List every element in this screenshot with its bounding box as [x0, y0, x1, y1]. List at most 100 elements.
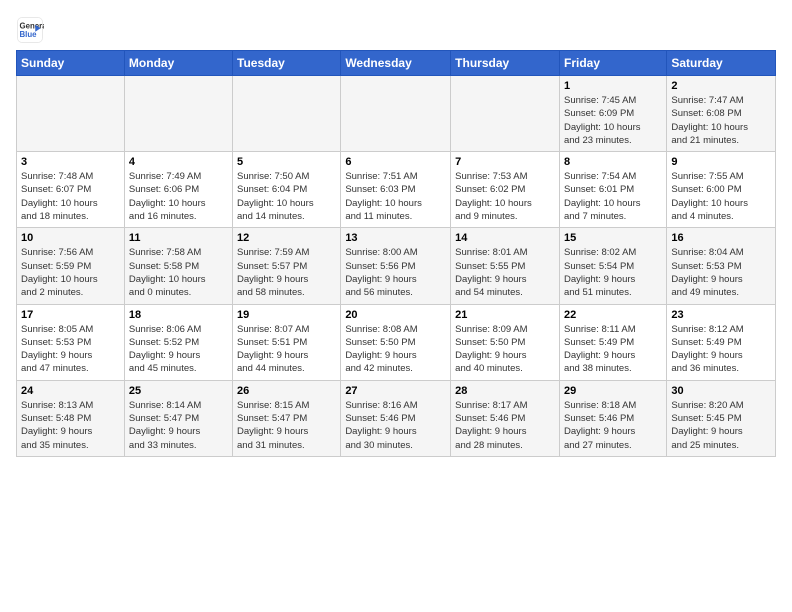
day-number: 9: [671, 156, 771, 168]
column-header-tuesday: Tuesday: [233, 51, 341, 76]
day-info: Sunrise: 8:17 AM Sunset: 5:46 PM Dayligh…: [455, 399, 555, 452]
day-number: 26: [237, 385, 336, 397]
calendar-cell: 5Sunrise: 7:50 AM Sunset: 6:04 PM Daylig…: [233, 152, 341, 228]
calendar-cell: [17, 76, 125, 152]
day-info: Sunrise: 8:18 AM Sunset: 5:46 PM Dayligh…: [564, 399, 662, 452]
header: General Blue: [16, 16, 776, 44]
logo: General Blue: [16, 16, 44, 44]
calendar-cell: 16 Sunrise: 8:04 AM Sunset: 5:53 PM Dayli…: [667, 228, 776, 304]
calendar-cell: [124, 76, 232, 152]
day-info: Sunrise: 7:49 AM Sunset: 6:06 PM Dayligh…: [129, 170, 228, 223]
day-number: 19: [237, 309, 336, 321]
day-number: 4: [129, 156, 228, 168]
day-number: 17: [21, 309, 120, 321]
column-header-friday: Friday: [559, 51, 666, 76]
day-info: Sunrise: 8:11 AM Sunset: 5:49 PM Dayligh…: [564, 323, 662, 376]
calendar-cell: 20Sunrise: 8:08 AM Sunset: 5:50 PM Dayli…: [341, 304, 451, 380]
calendar-cell: 15 Sunrise: 8:02 AM Sunset: 5:54 PM Dayli…: [559, 228, 666, 304]
day-info: Sunrise: 8:16 AM Sunset: 5:46 PM Dayligh…: [345, 399, 446, 452]
calendar-table: SundayMondayTuesdayWednesdayThursdayFrid…: [16, 50, 776, 457]
calendar-cell: 30Sunrise: 8:20 AM Sunset: 5:45 PM Dayli…: [667, 380, 776, 456]
svg-text:General: General: [20, 21, 45, 30]
day-info: Sunrise: 8:12 AM Sunset: 5:49 PM Dayligh…: [671, 323, 771, 376]
column-header-wednesday: Wednesday: [341, 51, 451, 76]
day-number: 7: [455, 156, 555, 168]
day-info: Sunrise: 8:08 AM Sunset: 5:50 PM Dayligh…: [345, 323, 446, 376]
day-info: Sunrise: 7:47 AM Sunset: 6:08 PM Dayligh…: [671, 94, 771, 147]
calendar-cell: 4 Sunrise: 7:49 AM Sunset: 6:06 PM Daylig…: [124, 152, 232, 228]
day-info: Sunrise: 7:50 AM Sunset: 6:04 PM Dayligh…: [237, 170, 336, 223]
calendar-cell: 11 Sunrise: 7:58 AM Sunset: 5:58 PM Dayli…: [124, 228, 232, 304]
calendar-cell: 3Sunrise: 7:48 AM Sunset: 6:07 PM Daylig…: [17, 152, 125, 228]
calendar-cell: 2Sunrise: 7:47 AM Sunset: 6:08 PM Daylig…: [667, 76, 776, 152]
svg-text:Blue: Blue: [20, 30, 38, 39]
calendar-cell: 10Sunrise: 7:56 AM Sunset: 5:59 PM Dayli…: [17, 228, 125, 304]
day-info: Sunrise: 7:45 AM Sunset: 6:09 PM Dayligh…: [564, 94, 662, 147]
calendar-week-row: 24Sunrise: 8:13 AM Sunset: 5:48 PM Dayli…: [17, 380, 776, 456]
day-number: 16: [671, 232, 771, 244]
day-info: Sunrise: 8:07 AM Sunset: 5:51 PM Dayligh…: [237, 323, 336, 376]
calendar-cell: 14 Sunrise: 8:01 AM Sunset: 5:55 PM Dayli…: [451, 228, 560, 304]
day-info: Sunrise: 7:59 AM Sunset: 5:57 PM Dayligh…: [237, 246, 336, 299]
day-number: 6: [345, 156, 446, 168]
calendar-cell: 9Sunrise: 7:55 AM Sunset: 6:00 PM Daylig…: [667, 152, 776, 228]
calendar-cell: 27 Sunrise: 8:16 AM Sunset: 5:46 PM Dayli…: [341, 380, 451, 456]
calendar-cell: 12 Sunrise: 7:59 AM Sunset: 5:57 PM Dayli…: [233, 228, 341, 304]
day-info: Sunrise: 7:51 AM Sunset: 6:03 PM Dayligh…: [345, 170, 446, 223]
calendar-week-row: 17 Sunrise: 8:05 AM Sunset: 5:53 PM Dayli…: [17, 304, 776, 380]
calendar-cell: [233, 76, 341, 152]
calendar-cell: 17 Sunrise: 8:05 AM Sunset: 5:53 PM Dayli…: [17, 304, 125, 380]
calendar-cell: 21 Sunrise: 8:09 AM Sunset: 5:50 PM Dayli…: [451, 304, 560, 380]
day-info: Sunrise: 8:14 AM Sunset: 5:47 PM Dayligh…: [129, 399, 228, 452]
day-info: Sunrise: 8:05 AM Sunset: 5:53 PM Dayligh…: [21, 323, 120, 376]
day-number: 14: [455, 232, 555, 244]
day-number: 22: [564, 309, 662, 321]
day-info: Sunrise: 8:00 AM Sunset: 5:56 PM Dayligh…: [345, 246, 446, 299]
day-number: 23: [671, 309, 771, 321]
day-number: 11: [129, 232, 228, 244]
day-info: Sunrise: 7:54 AM Sunset: 6:01 PM Dayligh…: [564, 170, 662, 223]
logo-icon: General Blue: [16, 16, 44, 44]
day-number: 8: [564, 156, 662, 168]
day-info: Sunrise: 8:13 AM Sunset: 5:48 PM Dayligh…: [21, 399, 120, 452]
day-number: 18: [129, 309, 228, 321]
calendar-cell: 13Sunrise: 8:00 AM Sunset: 5:56 PM Dayli…: [341, 228, 451, 304]
day-info: Sunrise: 8:09 AM Sunset: 5:50 PM Dayligh…: [455, 323, 555, 376]
column-header-monday: Monday: [124, 51, 232, 76]
day-number: 3: [21, 156, 120, 168]
day-number: 28: [455, 385, 555, 397]
calendar-cell: [451, 76, 560, 152]
calendar-cell: 22 Sunrise: 8:11 AM Sunset: 5:49 PM Dayli…: [559, 304, 666, 380]
calendar-cell: 6 Sunrise: 7:51 AM Sunset: 6:03 PM Daylig…: [341, 152, 451, 228]
calendar-week-row: 1 Sunrise: 7:45 AM Sunset: 6:09 PM Daylig…: [17, 76, 776, 152]
calendar-header-row: SundayMondayTuesdayWednesdayThursdayFrid…: [17, 51, 776, 76]
day-info: Sunrise: 8:15 AM Sunset: 5:47 PM Dayligh…: [237, 399, 336, 452]
calendar-cell: 29 Sunrise: 8:18 AM Sunset: 5:46 PM Dayli…: [559, 380, 666, 456]
day-info: Sunrise: 8:06 AM Sunset: 5:52 PM Dayligh…: [129, 323, 228, 376]
calendar-week-row: 10Sunrise: 7:56 AM Sunset: 5:59 PM Dayli…: [17, 228, 776, 304]
day-number: 15: [564, 232, 662, 244]
calendar-cell: 26 Sunrise: 8:15 AM Sunset: 5:47 PM Dayli…: [233, 380, 341, 456]
calendar-cell: 8 Sunrise: 7:54 AM Sunset: 6:01 PM Daylig…: [559, 152, 666, 228]
day-number: 27: [345, 385, 446, 397]
day-info: Sunrise: 8:20 AM Sunset: 5:45 PM Dayligh…: [671, 399, 771, 452]
day-info: Sunrise: 8:02 AM Sunset: 5:54 PM Dayligh…: [564, 246, 662, 299]
day-number: 25: [129, 385, 228, 397]
column-header-sunday: Sunday: [17, 51, 125, 76]
day-number: 1: [564, 80, 662, 92]
calendar-cell: [341, 76, 451, 152]
calendar-cell: 18 Sunrise: 8:06 AM Sunset: 5:52 PM Dayli…: [124, 304, 232, 380]
day-info: Sunrise: 8:01 AM Sunset: 5:55 PM Dayligh…: [455, 246, 555, 299]
day-number: 21: [455, 309, 555, 321]
calendar-cell: 19 Sunrise: 8:07 AM Sunset: 5:51 PM Dayli…: [233, 304, 341, 380]
day-info: Sunrise: 7:56 AM Sunset: 5:59 PM Dayligh…: [21, 246, 120, 299]
column-header-thursday: Thursday: [451, 51, 560, 76]
day-info: Sunrise: 7:58 AM Sunset: 5:58 PM Dayligh…: [129, 246, 228, 299]
day-info: Sunrise: 7:53 AM Sunset: 6:02 PM Dayligh…: [455, 170, 555, 223]
calendar-week-row: 3Sunrise: 7:48 AM Sunset: 6:07 PM Daylig…: [17, 152, 776, 228]
day-number: 29: [564, 385, 662, 397]
calendar-cell: 1 Sunrise: 7:45 AM Sunset: 6:09 PM Daylig…: [559, 76, 666, 152]
day-info: Sunrise: 8:04 AM Sunset: 5:53 PM Dayligh…: [671, 246, 771, 299]
calendar-cell: 25 Sunrise: 8:14 AM Sunset: 5:47 PM Dayli…: [124, 380, 232, 456]
day-number: 12: [237, 232, 336, 244]
